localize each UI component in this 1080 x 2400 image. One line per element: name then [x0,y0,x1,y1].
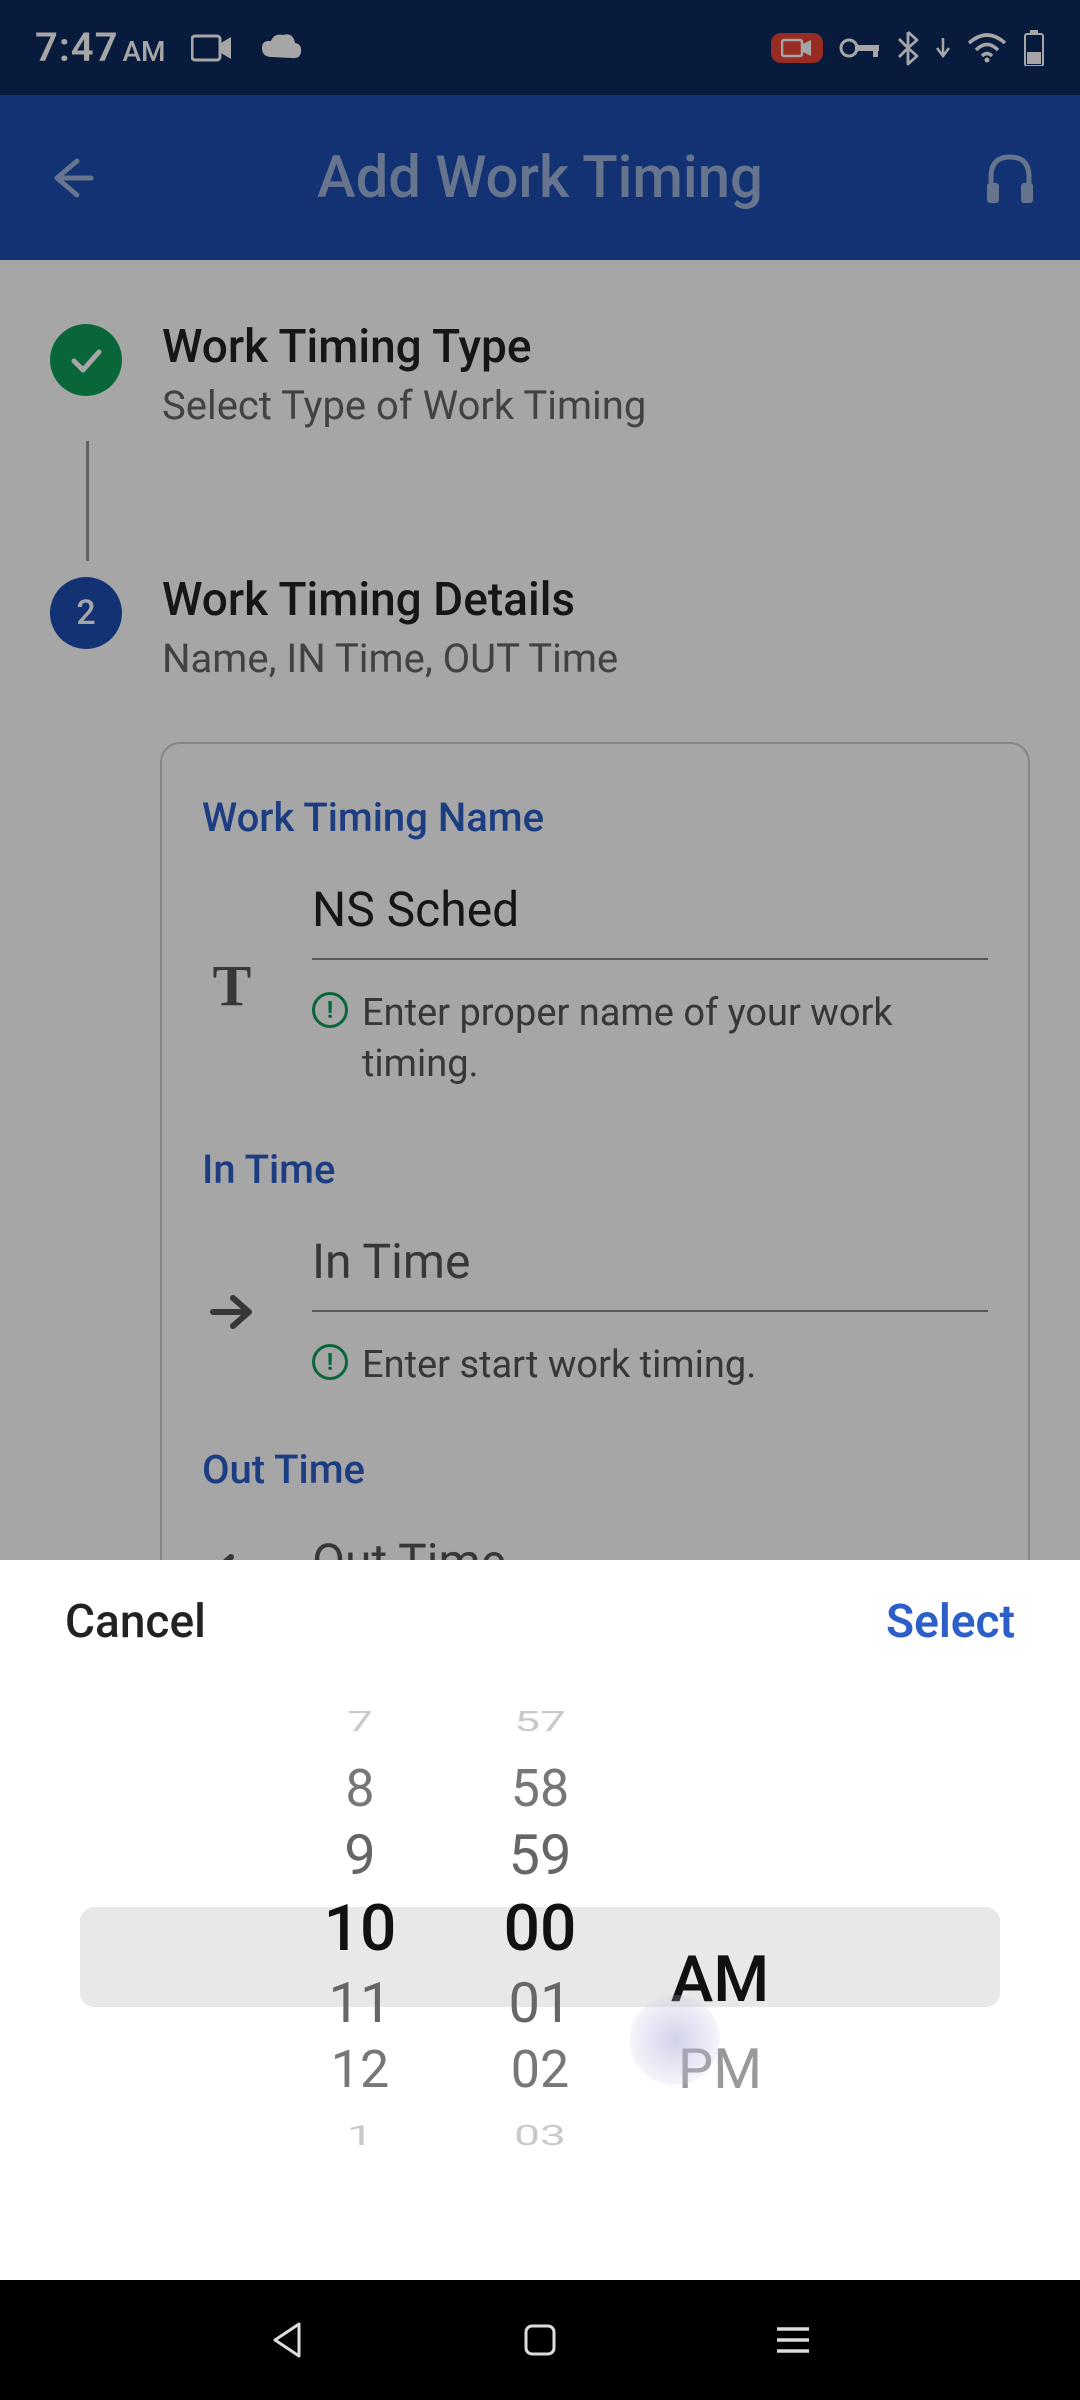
touch-ripple [630,1995,720,2085]
name-hint: Enter proper name of your work timing. [362,988,988,1091]
step-type-row[interactable]: Work Timing Type Select Type of Work Tim… [50,320,1030,429]
headphones-icon [981,149,1039,207]
hour-selected[interactable]: 10 [285,1888,435,1971]
step-connector [86,441,89,561]
minute-option[interactable]: 58 [465,1755,615,1821]
in-time-label: In Time [202,1146,988,1193]
minute-selected[interactable]: 00 [465,1888,615,1971]
minute-option[interactable]: 03 [465,2116,615,2156]
wifi-icon [967,33,1007,63]
step-done-indicator [50,324,122,396]
hour-option[interactable]: 1 [285,2116,435,2156]
support-button[interactable] [980,148,1040,208]
arrow-right-icon [202,1292,262,1332]
step-type-sub: Select Type of Work Timing [162,382,1030,429]
minute-option[interactable]: 57 [465,1702,615,1742]
select-button[interactable]: Select [886,1595,1015,1649]
in-time-row[interactable]: In Time ! Enter start work timing. [202,1233,988,1391]
info-icon: ! [312,1344,348,1380]
in-time-field-block: In Time In Time ! Enter start work timin… [202,1146,988,1391]
status-time-hhmm: 7:47 [35,24,118,71]
signal-down-icon [935,36,951,60]
name-label: Work Timing Name [202,794,988,841]
name-field-block: Work Timing Name T NS Sched ! Enter prop… [202,794,988,1091]
picker-wheels: 7 8 9 10 11 12 1 57 58 59 00 01 02 03 AM… [0,1679,1080,2179]
step-details-title: Work Timing Details [162,573,1030,627]
page-title: Add Work Timing [317,144,763,212]
status-right [771,30,1045,66]
ampm-spacer [645,1769,795,1849]
hour-option[interactable]: 9 [285,1821,435,1887]
cancel-button[interactable]: Cancel [65,1595,206,1649]
info-icon: ! [312,992,348,1028]
details-card: Work Timing Name T NS Sched ! Enter prop… [160,742,1030,1662]
minute-option[interactable]: 02 [465,2037,615,2103]
check-icon [66,340,106,380]
screen-record-icon [191,33,233,63]
in-time-input[interactable]: In Time [312,1233,988,1312]
status-left: 7:47AM [35,24,302,71]
cloud-icon [258,33,302,63]
status-time-ampm: AM [122,35,165,68]
android-nav-bar [0,2280,1080,2400]
name-row[interactable]: T NS Sched ! Enter proper name of your w… [202,881,988,1091]
app-header: Add Work Timing [0,95,1080,260]
name-input[interactable]: NS Sched [312,881,988,960]
minute-wheel[interactable]: 57 58 59 00 01 02 03 [465,1689,615,2169]
nav-home-button[interactable] [510,2310,570,2370]
hour-option[interactable]: 7 [285,1702,435,1742]
in-time-hint: Enter start work timing. [362,1340,756,1391]
step-type-title: Work Timing Type [162,320,1030,374]
ampm-spacer [645,1689,795,1769]
back-button[interactable] [40,148,100,208]
out-time-label: Out Time [202,1446,988,1493]
recording-badge-icon [771,33,823,63]
ampm-wheel[interactable]: AM PM [645,1689,795,2169]
step-type-labels: Work Timing Type Select Type of Work Tim… [162,320,1030,429]
time-picker-sheet: Cancel Select 7 8 9 10 11 12 1 57 58 59 … [0,1560,1080,2280]
vpn-key-icon [839,36,881,60]
status-bar: 7:47AM [0,0,1080,95]
status-time: 7:47AM [35,24,166,71]
minute-option[interactable]: 59 [465,1821,615,1887]
bluetooth-icon [897,30,919,66]
arrow-left-icon [43,151,97,205]
hour-wheel[interactable]: 7 8 9 10 11 12 1 [285,1689,435,2169]
step-details-sub: Name, IN Time, OUT Time [162,635,1030,682]
nav-recent-button[interactable] [763,2310,823,2370]
hour-option[interactable]: 8 [285,1755,435,1821]
hour-option[interactable]: 12 [285,2037,435,2103]
text-icon: T [202,952,262,1019]
ampm-spacer [645,1849,795,1929]
step-current-indicator: 2 [50,577,122,649]
minute-option[interactable]: 01 [465,1970,615,2036]
step-details-row: 2 Work Timing Details Name, IN Time, OUT… [50,573,1030,682]
nav-back-button[interactable] [257,2310,317,2370]
hour-option[interactable]: 11 [285,1970,435,2036]
step-details-labels: Work Timing Details Name, IN Time, OUT T… [162,573,1030,682]
battery-icon [1023,30,1045,66]
picker-actions: Cancel Select [0,1560,1080,1679]
